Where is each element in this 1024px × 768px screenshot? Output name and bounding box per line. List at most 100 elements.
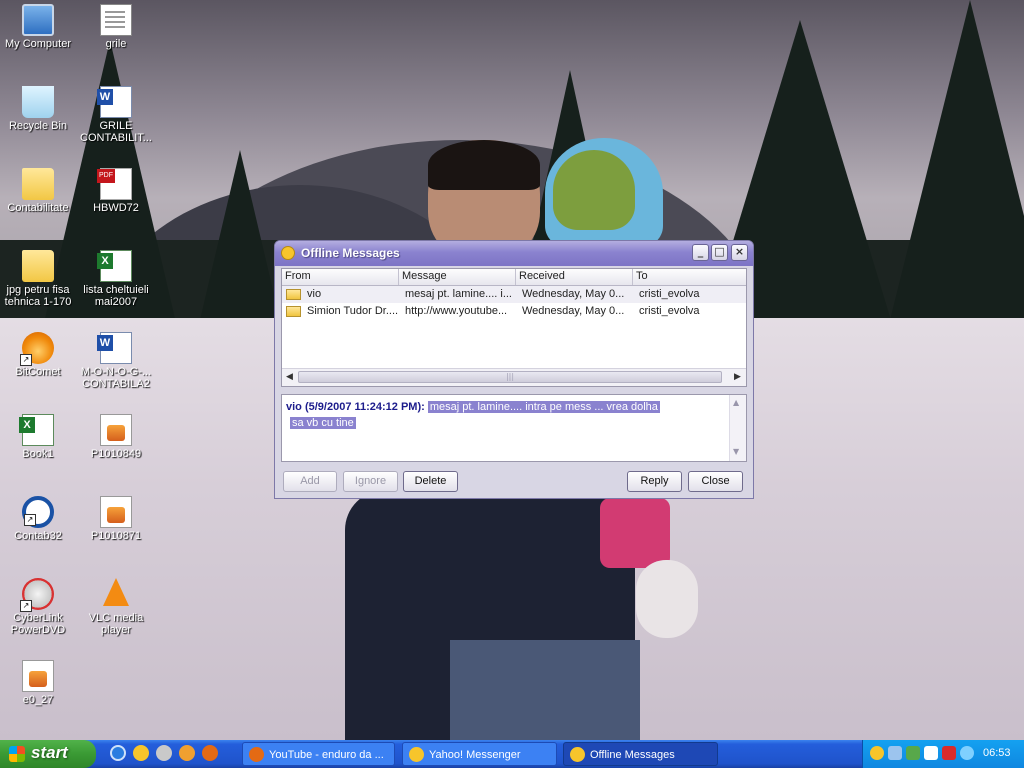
desktop-icon-e0-27[interactable]: e0_27 xyxy=(0,660,76,706)
desktop-icon-p1010849[interactable]: P1010849 xyxy=(78,414,154,460)
vlc-icon xyxy=(103,578,129,610)
desktop-icon-label: VLC media player xyxy=(88,612,144,636)
folder-icon xyxy=(286,289,301,300)
cell-message: mesaj pt. lamine.... i... xyxy=(405,288,512,300)
start-button[interactable]: start xyxy=(0,740,96,768)
image-file-icon xyxy=(22,660,54,692)
ignore-button[interactable]: Ignore xyxy=(343,471,398,492)
yahoo-smiley-icon xyxy=(281,246,295,260)
message-body-line1: mesaj pt. lamine.... intra pe mess ... v… xyxy=(427,401,660,413)
vertical-scrollbar[interactable]: ▲ ▼ xyxy=(729,395,746,461)
desktop-icon-contabilitate[interactable]: Contabilitate xyxy=(0,168,76,214)
column-header-message[interactable]: Message xyxy=(399,269,516,285)
desktop-icon-lista-cheltuieli[interactable]: lista cheltuieli mai2007 xyxy=(78,250,154,308)
close-button[interactable]: Close xyxy=(688,471,743,492)
message-row[interactable]: Simion Tudor Dr.... http://www.youtube..… xyxy=(282,303,746,320)
pen-tray-icon[interactable] xyxy=(924,746,938,760)
taskbar-item-youtube[interactable]: YouTube - enduro da ... xyxy=(242,742,395,766)
cell-to: cristi_evolva xyxy=(639,288,700,300)
add-button[interactable]: Add xyxy=(283,471,337,492)
media-player-icon[interactable] xyxy=(156,745,172,761)
excel-document-icon xyxy=(97,250,132,282)
column-header-from[interactable]: From xyxy=(282,269,399,285)
desktop-icon-label: Recycle Bin xyxy=(8,120,68,132)
desktop-icon-label: Contabilitate xyxy=(7,202,69,214)
folder-icon xyxy=(22,250,54,282)
desktop-icon-bitcomet[interactable]: ↗ BitComet xyxy=(0,332,76,378)
reply-button[interactable]: Reply xyxy=(627,471,682,492)
taskbar-item-offline-messages[interactable]: Offline Messages xyxy=(563,742,718,766)
scrollbar-thumb[interactable]: ||| xyxy=(298,371,722,383)
winamp-icon[interactable] xyxy=(179,745,195,761)
close-window-button[interactable]: × xyxy=(731,244,748,261)
bitcomet-icon: ↗ xyxy=(20,332,54,366)
pdf-icon xyxy=(97,168,132,200)
taskbar-item-yahoo-messenger[interactable]: Yahoo! Messenger xyxy=(402,742,557,766)
cell-from: Simion Tudor Dr.... xyxy=(282,303,399,320)
message-preview[interactable]: vio (5/9/2007 11:24:12 PM): mesaj pt. la… xyxy=(281,394,747,462)
folder-icon xyxy=(286,306,301,317)
list-header: From Message Received To xyxy=(282,269,746,286)
message-row[interactable]: vio mesaj pt. lamine.... i... Wednesday,… xyxy=(282,286,746,303)
cell-received: Wednesday, May 0... xyxy=(522,288,625,300)
scroll-right-icon[interactable]: ▶ xyxy=(730,370,745,384)
yahoo-tray-icon[interactable] xyxy=(870,746,884,760)
scroll-down-icon[interactable]: ▼ xyxy=(733,447,739,456)
desktop-icon-hbwd72[interactable]: HBWD72 xyxy=(78,168,154,214)
column-header-to[interactable]: To xyxy=(633,269,746,285)
delete-button[interactable]: Delete xyxy=(403,471,458,492)
tray-app-icon[interactable] xyxy=(906,746,920,760)
image-file-icon xyxy=(100,414,132,446)
desktop-icon-label: lista cheltuieli mai2007 xyxy=(83,284,149,308)
cell-message: http://www.youtube... xyxy=(405,305,508,317)
yahoo-messenger-icon[interactable] xyxy=(133,745,149,761)
taskbar-item-label: Yahoo! Messenger xyxy=(429,749,521,761)
column-header-received[interactable]: Received xyxy=(516,269,633,285)
desktop-icon-grile-contabilit[interactable]: GRILE CONTABILIT... xyxy=(78,86,154,144)
recycle-bin-icon xyxy=(22,86,54,118)
my-computer-icon xyxy=(22,4,54,36)
horizontal-scrollbar[interactable]: ◀ ||| ▶ xyxy=(282,368,746,386)
contab-icon: ↗ xyxy=(22,496,54,528)
cell-to: cristi_evolva xyxy=(639,305,700,317)
firefox-icon[interactable] xyxy=(202,745,218,761)
taskbar: start YouTube - enduro da ... Yahoo! Mes… xyxy=(0,740,1024,768)
desktop-icon-book1[interactable]: Book1 xyxy=(0,414,76,460)
image-file-icon xyxy=(100,496,132,528)
word-document-icon xyxy=(97,86,132,118)
maximize-button[interactable]: □ xyxy=(711,244,728,261)
scroll-up-icon[interactable]: ▲ xyxy=(733,398,739,407)
desktop-icon-monog-contabila2[interactable]: M-O-N-O-G-... CONTABILA2 xyxy=(78,332,154,390)
search-tray-icon[interactable] xyxy=(960,746,974,760)
clock[interactable]: 06:53 xyxy=(983,747,1011,759)
desktop-icon-label: grile xyxy=(105,38,127,50)
desktop-icon-p1010871[interactable]: P1010871 xyxy=(78,496,154,542)
desktop-icon-label: Book1 xyxy=(22,448,54,460)
desktop-icon-vlc[interactable]: VLC media player xyxy=(78,578,154,636)
yahoo-smiley-icon xyxy=(409,747,424,762)
security-tray-icon[interactable] xyxy=(942,746,956,760)
message-body-line2: sa vb cu tine xyxy=(290,417,356,429)
scroll-left-icon[interactable]: ◀ xyxy=(282,370,297,384)
taskbar-item-label: YouTube - enduro da ... xyxy=(269,749,384,761)
message-sender: vio (5/9/2007 11:24:12 PM): xyxy=(286,401,425,413)
excel-document-icon xyxy=(19,414,54,446)
windows-logo-icon xyxy=(9,746,25,762)
system-tray: 06:53 xyxy=(862,740,1024,768)
minimize-button[interactable]: _ xyxy=(692,244,709,261)
desktop-icon-grile[interactable]: grile xyxy=(78,4,154,50)
window-titlebar[interactable]: Offline Messages _ □ × xyxy=(275,241,753,266)
desktop-icon-jpg-folder[interactable]: jpg petru fisa tehnica 1-170 xyxy=(0,250,76,308)
messages-list[interactable]: From Message Received To vio mesaj pt. l… xyxy=(281,268,747,387)
message-content: vio (5/9/2007 11:24:12 PM): mesaj pt. la… xyxy=(286,399,726,431)
desktop-icon-my-computer[interactable]: My Computer xyxy=(0,4,76,50)
desktop-icon-recycle-bin[interactable]: Recycle Bin xyxy=(0,86,76,132)
cell-from: vio xyxy=(282,286,399,303)
network-icon[interactable] xyxy=(888,746,902,760)
desktop-icon-label: GRILE CONTABILIT... xyxy=(80,120,152,144)
desktop-icon-contab32[interactable]: ↗ Contab32 xyxy=(0,496,76,542)
show-desktop-icon[interactable] xyxy=(110,745,126,761)
yahoo-smiley-icon xyxy=(570,747,585,762)
offline-messages-window: Offline Messages _ □ × From Message Rece… xyxy=(274,240,754,499)
desktop-icon-powerdvd[interactable]: ↗ CyberLink PowerDVD xyxy=(0,578,76,636)
